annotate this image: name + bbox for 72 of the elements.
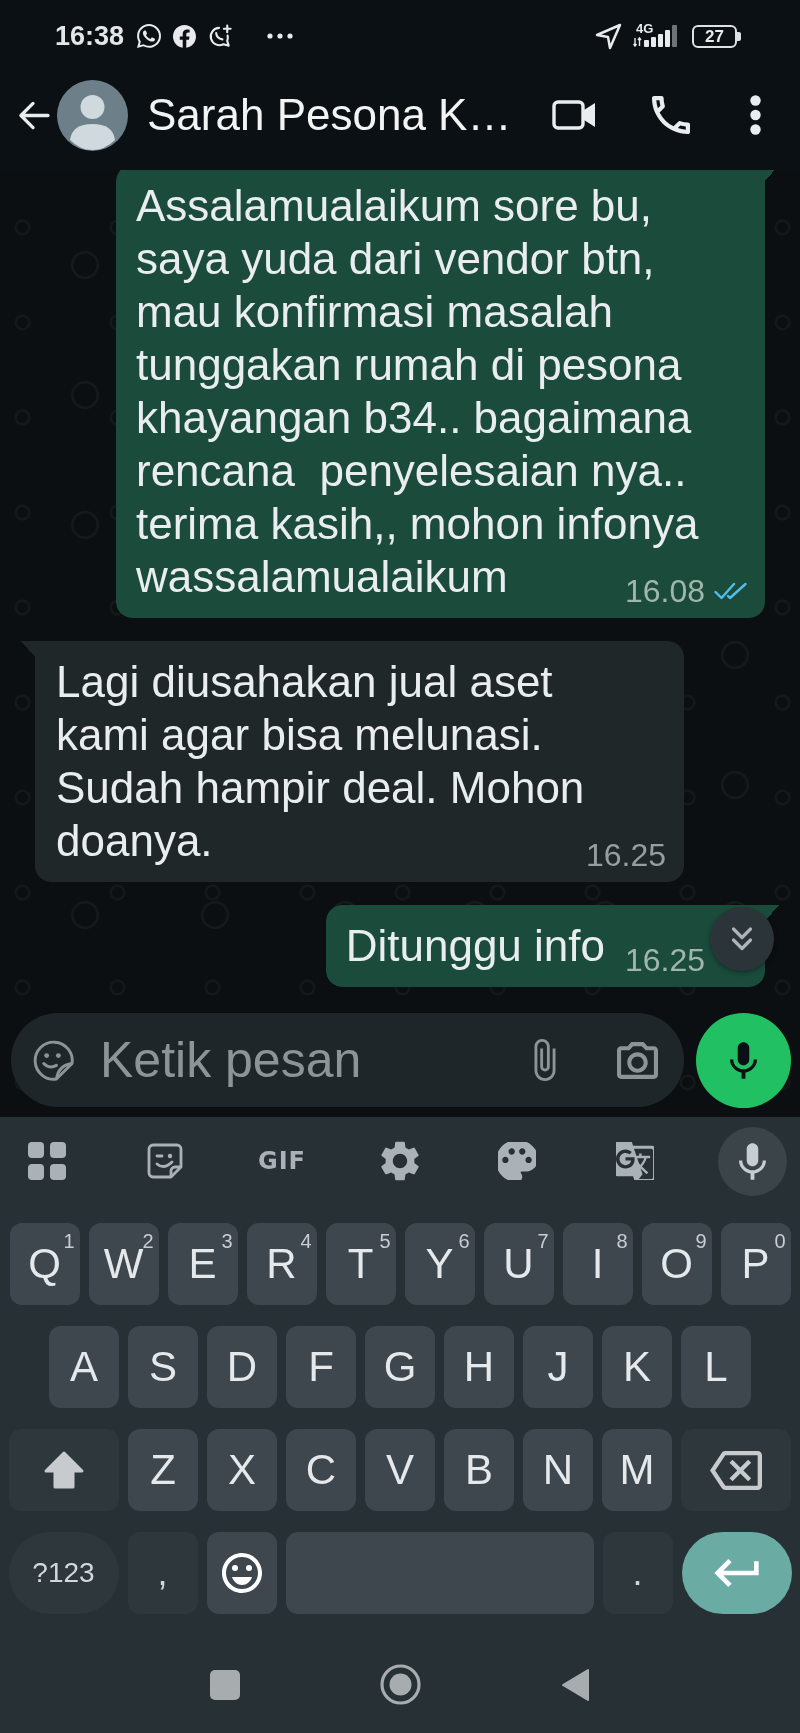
number-hint: 7 xyxy=(537,1231,549,1251)
sticker-icon[interactable] xyxy=(146,1143,183,1179)
message-time: 16.25 xyxy=(624,942,705,978)
status-time: 16:38 xyxy=(55,21,125,51)
enter-arrow-icon xyxy=(714,1559,759,1587)
phone-icon[interactable] xyxy=(652,96,690,134)
more-options-icon[interactable] xyxy=(750,95,761,135)
number-hint: 0 xyxy=(774,1231,786,1251)
f-logo-icon xyxy=(173,24,197,48)
double-chevron-icon xyxy=(731,926,753,952)
punctuation-key[interactable]: , xyxy=(127,1532,198,1614)
battery-indicator: 27 xyxy=(692,24,741,48)
smiley-icon xyxy=(221,1553,262,1593)
contact-name[interactable]: Sarah Pesona K… xyxy=(147,89,512,141)
back-triangle-icon[interactable] xyxy=(560,1667,590,1702)
backspace-key[interactable] xyxy=(681,1429,791,1511)
backspace-icon xyxy=(710,1450,762,1490)
symbols-key[interactable]: ?123 xyxy=(8,1532,119,1614)
number-hint: 4 xyxy=(300,1231,312,1251)
emoji-key[interactable] xyxy=(206,1532,277,1614)
message-bubble[interactable]: Ditunggu info 16.25 xyxy=(325,905,779,987)
letter-key[interactable]: F xyxy=(286,1326,356,1408)
camera-icon[interactable] xyxy=(617,1041,658,1079)
network-type-label: 4G xyxy=(636,22,654,35)
number-hint: 8 xyxy=(616,1231,628,1251)
number-hint: 3 xyxy=(221,1231,233,1251)
letter-key[interactable]: M xyxy=(602,1429,672,1511)
punctuation-key[interactable]: . xyxy=(602,1532,673,1614)
letter-key[interactable]: L xyxy=(681,1326,751,1408)
recent-apps-icon[interactable] xyxy=(210,1669,240,1700)
number-hint: 1 xyxy=(63,1231,75,1251)
translate-icon[interactable] xyxy=(615,1142,654,1180)
settings-icon[interactable] xyxy=(380,1141,419,1181)
video-call-icon[interactable] xyxy=(552,99,597,131)
letter-key[interactable]: B xyxy=(444,1429,514,1511)
back-arrow-icon[interactable] xyxy=(17,100,50,130)
number-hint: 6 xyxy=(458,1231,470,1251)
home-icon[interactable] xyxy=(379,1664,421,1705)
letter-key[interactable]: X xyxy=(207,1429,277,1511)
sticker-face-icon[interactable] xyxy=(33,1039,74,1081)
letter-key[interactable]: Z xyxy=(128,1429,198,1511)
chat-phone-icon xyxy=(137,24,162,48)
message-time: 16.08 xyxy=(624,573,705,609)
avatar-silhouette-icon[interactable] xyxy=(57,79,128,151)
mic-icon xyxy=(738,1142,766,1180)
message-field[interactable]: Ketik pesan xyxy=(11,1013,684,1107)
message-input[interactable]: Ketik pesan xyxy=(100,1031,514,1089)
mic-icon xyxy=(730,1041,757,1079)
message-time: 16.25 xyxy=(585,837,666,873)
letter-key[interactable]: C xyxy=(286,1429,356,1511)
apps-grid-icon[interactable] xyxy=(28,1142,66,1180)
number-hint: 2 xyxy=(142,1231,154,1251)
letter-key[interactable]: N xyxy=(523,1429,593,1511)
letter-key[interactable]: H xyxy=(444,1326,514,1408)
letter-key[interactable]: I 8 xyxy=(562,1223,633,1305)
location-arrow-icon xyxy=(595,22,622,50)
letter-key[interactable]: K xyxy=(602,1326,672,1408)
letter-key[interactable]: V xyxy=(365,1429,435,1511)
letter-key[interactable]: G xyxy=(365,1326,435,1408)
letter-key[interactable]: A xyxy=(49,1326,119,1408)
letter-key[interactable]: J xyxy=(523,1326,593,1408)
gif-button[interactable]: GIF xyxy=(258,1149,306,1173)
shift-key[interactable] xyxy=(9,1429,119,1511)
more-dots-icon xyxy=(267,33,294,39)
letter-key[interactable]: S xyxy=(128,1326,198,1408)
message-bubble[interactable]: Lagi diusahakan jual aset kami agar bisa melunasi. Sudah hampir deal. Mohon doanya. 16.25 xyxy=(21,641,684,882)
number-hint: 5 xyxy=(379,1231,391,1251)
palette-icon[interactable] xyxy=(498,1142,536,1180)
letter-key[interactable]: D xyxy=(207,1326,277,1408)
paperclip-icon[interactable] xyxy=(534,1039,556,1081)
chat-plus-icon xyxy=(208,23,234,49)
number-hint: 9 xyxy=(695,1231,707,1251)
